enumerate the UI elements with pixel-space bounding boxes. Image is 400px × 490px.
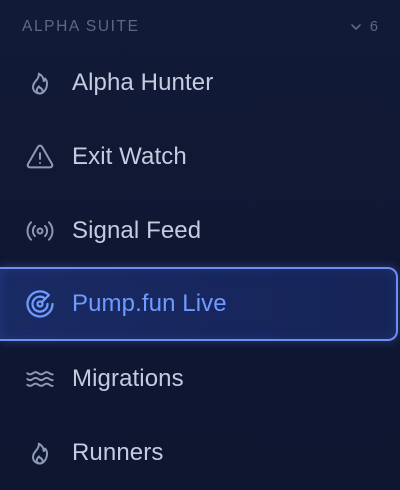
sidebar-item-migrations[interactable]: Migrations bbox=[0, 342, 400, 416]
sidebar-item-label: Migrations bbox=[72, 365, 184, 392]
section-header-alpha-suite[interactable]: ALPHA SUITE 6 bbox=[22, 14, 378, 40]
flame-icon bbox=[24, 67, 56, 99]
radar-icon bbox=[24, 288, 56, 320]
sidebar-item-label: Pump.fun Live bbox=[72, 290, 227, 317]
section-collapse-toggle[interactable]: 6 bbox=[350, 19, 378, 35]
warning-triangle-icon bbox=[24, 141, 56, 173]
sidebar-item-exit-watch[interactable]: Exit Watch bbox=[0, 120, 400, 194]
sidebar-item-label: Alpha Hunter bbox=[72, 69, 214, 96]
section-count: 6 bbox=[369, 19, 378, 35]
sidebar-item-alpha-hunter[interactable]: Alpha Hunter bbox=[0, 46, 400, 120]
sidebar-item-signal-feed[interactable]: Signal Feed bbox=[0, 194, 400, 268]
sidebar-panel: ALPHA SUITE 6 Alpha Hunter Exit Watch Si… bbox=[0, 0, 400, 490]
waves-icon bbox=[24, 363, 56, 395]
sidebar-item-runners[interactable]: Runners bbox=[0, 416, 400, 490]
sidebar-item-label: Exit Watch bbox=[72, 143, 187, 170]
broadcast-icon bbox=[24, 215, 56, 247]
sidebar-item-label: Runners bbox=[72, 439, 164, 466]
sidebar-item-pump-fun-live[interactable]: Pump.fun Live bbox=[0, 267, 398, 341]
sidebar-item-label: Signal Feed bbox=[72, 217, 202, 244]
section-title: ALPHA SUITE bbox=[22, 18, 140, 35]
chevron-down-icon bbox=[350, 21, 362, 33]
flame-icon bbox=[24, 437, 56, 469]
